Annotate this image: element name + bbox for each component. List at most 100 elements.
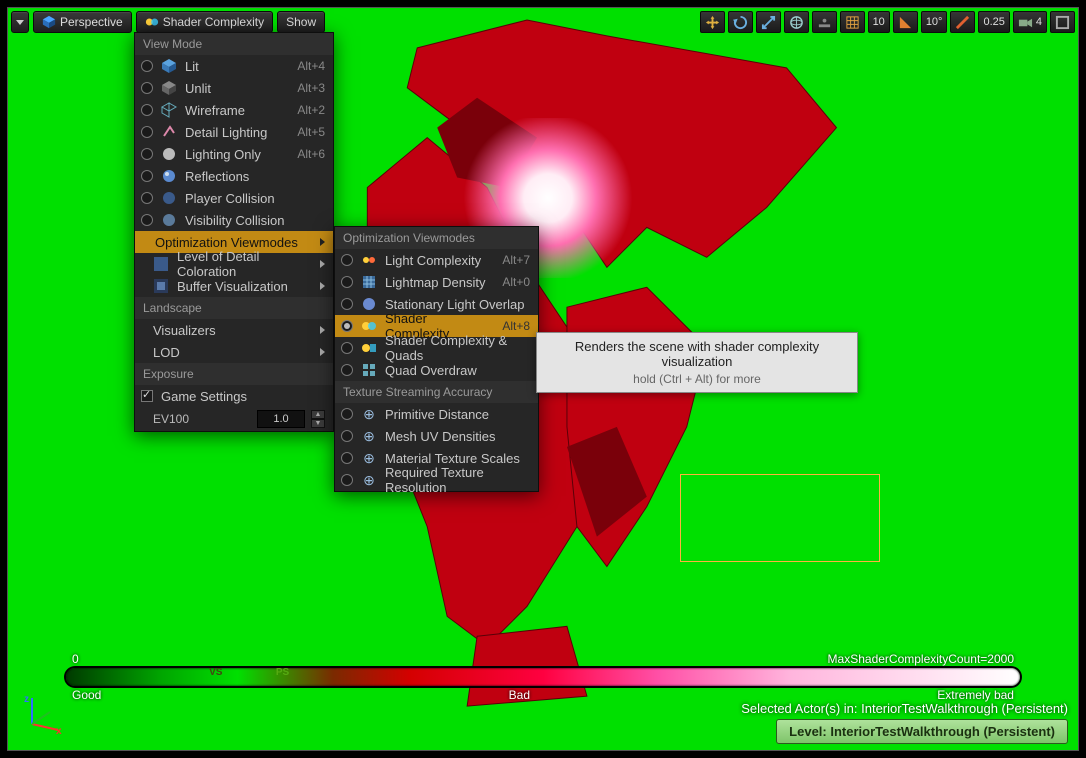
- level-button[interactable]: Level: InteriorTestWalkthrough (Persiste…: [776, 719, 1068, 744]
- surface-snap-toggle[interactable]: [812, 11, 837, 33]
- menu-item-lightmap-density[interactable]: Lightmap DensityAlt+0: [335, 271, 538, 293]
- legend-good: Good: [72, 688, 101, 702]
- radio-icon: [341, 408, 353, 420]
- viewmode-icon: [161, 80, 177, 96]
- menu-item-lod[interactable]: LOD: [135, 341, 333, 363]
- scale-snap-value[interactable]: 0.25: [978, 11, 1009, 33]
- radio-icon: [341, 364, 353, 376]
- radio-icon: [341, 254, 353, 266]
- angle-snap-toggle[interactable]: [893, 11, 918, 33]
- legend-gradient: VS PS: [66, 668, 1020, 686]
- menu-item-unlit[interactable]: UnlitAlt+3: [135, 77, 333, 99]
- radio-icon: [341, 430, 353, 442]
- cube-icon: [42, 15, 56, 29]
- selected-actors-status: Selected Actor(s) in: InteriorTestWalkth…: [741, 701, 1068, 716]
- menu-item-player-collision[interactable]: Player Collision: [135, 187, 333, 209]
- submenu-header-opt: Optimization Viewmodes: [335, 227, 538, 249]
- grid-icon: [845, 15, 860, 30]
- viewmode-icon: [161, 124, 177, 140]
- viewmode-icon: [161, 190, 177, 206]
- viewport-3d[interactable]: z x 0 MaxShaderComplexityCount=2000 VS P…: [7, 7, 1079, 751]
- radio-icon: [141, 148, 153, 160]
- menu-header-exposure: Exposure: [135, 363, 333, 385]
- menu-item-visibility-collision[interactable]: Visibility Collision: [135, 209, 333, 231]
- menu-item-mesh-uv-densities[interactable]: ⊕Mesh UV Densities: [335, 425, 538, 447]
- submenu-arrow-icon: [320, 348, 325, 356]
- menu-item-wireframe[interactable]: WireframeAlt+2: [135, 99, 333, 121]
- menu-item-visualizers[interactable]: Visualizers: [135, 319, 333, 341]
- submenu-header-tex: Texture Streaming Accuracy: [335, 381, 538, 403]
- menu-header-viewmode: View Mode: [135, 33, 333, 55]
- legend-bad: Bad: [509, 688, 530, 702]
- surface-snap-icon: [817, 15, 832, 30]
- perspective-dropdown[interactable]: Perspective: [33, 11, 132, 33]
- show-dropdown[interactable]: Show: [277, 11, 325, 33]
- camera-icon: [1018, 15, 1033, 30]
- viewmode-icon: [361, 274, 377, 290]
- viewmode-icon: [361, 362, 377, 378]
- legend-vs-marker: VS: [209, 667, 222, 678]
- viewmode-icon: [361, 252, 377, 268]
- ev100-spinner[interactable]: ▲▼: [311, 410, 325, 428]
- coord-space-toggle[interactable]: [784, 11, 809, 33]
- menu-item-detail-lighting[interactable]: Detail LightingAlt+5: [135, 121, 333, 143]
- viewmode-menu[interactable]: View Mode LitAlt+4UnlitAlt+3WireframeAlt…: [134, 32, 334, 432]
- radio-icon: [341, 474, 353, 486]
- radio-icon: [141, 170, 153, 182]
- menu-item-reflections[interactable]: Reflections: [135, 165, 333, 187]
- checkbox-icon[interactable]: [141, 390, 153, 402]
- radio-icon: [341, 298, 353, 310]
- viewport-toolbar-right: 10 10° 0.25 4: [700, 11, 1075, 33]
- radio-icon: [341, 320, 353, 332]
- move-icon: [705, 15, 720, 30]
- viewmode-dropdown[interactable]: Shader Complexity: [136, 11, 273, 33]
- circle-plus-icon: ⊕: [361, 428, 377, 444]
- viewmode-icon: [361, 318, 377, 334]
- menu-item-lod-coloration[interactable]: Level of Detail Coloration: [135, 253, 333, 275]
- shader-complexity-legend: 0 MaxShaderComplexityCount=2000 VS PS Go…: [66, 652, 1020, 702]
- transform-scale-button[interactable]: [756, 11, 781, 33]
- scale-icon: [761, 15, 776, 30]
- globe-icon: [789, 15, 804, 30]
- viewmode-label: Shader Complexity: [163, 15, 264, 29]
- scale-snap-toggle[interactable]: [950, 11, 975, 33]
- ev100-input[interactable]: [257, 410, 305, 428]
- tooltip-subtext: hold (Ctrl + Alt) for more: [551, 372, 843, 386]
- angle-icon: [898, 15, 913, 30]
- radio-icon: [141, 192, 153, 204]
- radio-icon: [141, 82, 153, 94]
- camera-speed-button[interactable]: 4: [1013, 11, 1047, 33]
- svg-text:z: z: [24, 694, 29, 705]
- legend-max: MaxShaderComplexityCount=2000: [828, 652, 1014, 666]
- buffer-icon: [153, 278, 169, 294]
- selection-outline: [680, 474, 880, 562]
- angle-snap-value[interactable]: 10°: [921, 11, 948, 33]
- menu-item-quad-overdraw[interactable]: Quad Overdraw: [335, 359, 538, 381]
- maximize-viewport-button[interactable]: [1050, 11, 1075, 33]
- menu-item-primitive-distance[interactable]: ⊕Primitive Distance: [335, 403, 538, 425]
- legend-min: 0: [72, 652, 79, 666]
- grid-snap-toggle[interactable]: [840, 11, 865, 33]
- menu-item-required-texture-resolution[interactable]: ⊕Required Texture Resolution: [335, 469, 538, 491]
- menu-item-light-complexity[interactable]: Light ComplexityAlt+7: [335, 249, 538, 271]
- transform-rotate-button[interactable]: [728, 11, 753, 33]
- menu-item-buffer-visualization[interactable]: Buffer Visualization: [135, 275, 333, 297]
- grid-snap-value[interactable]: 10: [868, 11, 890, 33]
- circle-plus-icon: ⊕: [361, 450, 377, 466]
- radio-icon: [141, 126, 153, 138]
- tooltip-text: Renders the scene with shader complexity…: [551, 339, 843, 369]
- viewmode-icon: [161, 58, 177, 74]
- viewmode-icon: [161, 102, 177, 118]
- menu-item-game-settings[interactable]: Game Settings: [135, 385, 333, 407]
- rotate-icon: [733, 15, 748, 30]
- viewport-options-dropdown[interactable]: [11, 11, 29, 33]
- legend-extremely-bad: Extremely bad: [937, 688, 1014, 702]
- transform-translate-button[interactable]: [700, 11, 725, 33]
- radio-icon: [341, 276, 353, 288]
- viewmode-icon: [161, 168, 177, 184]
- menu-item-lit[interactable]: LitAlt+4: [135, 55, 333, 77]
- viewmode-icon: [361, 340, 377, 356]
- menu-item-shader-complexity-quads[interactable]: Shader Complexity & Quads: [335, 337, 538, 359]
- menu-item-lighting-only[interactable]: Lighting OnlyAlt+6: [135, 143, 333, 165]
- optimization-viewmodes-submenu[interactable]: Optimization Viewmodes Light ComplexityA…: [334, 226, 539, 492]
